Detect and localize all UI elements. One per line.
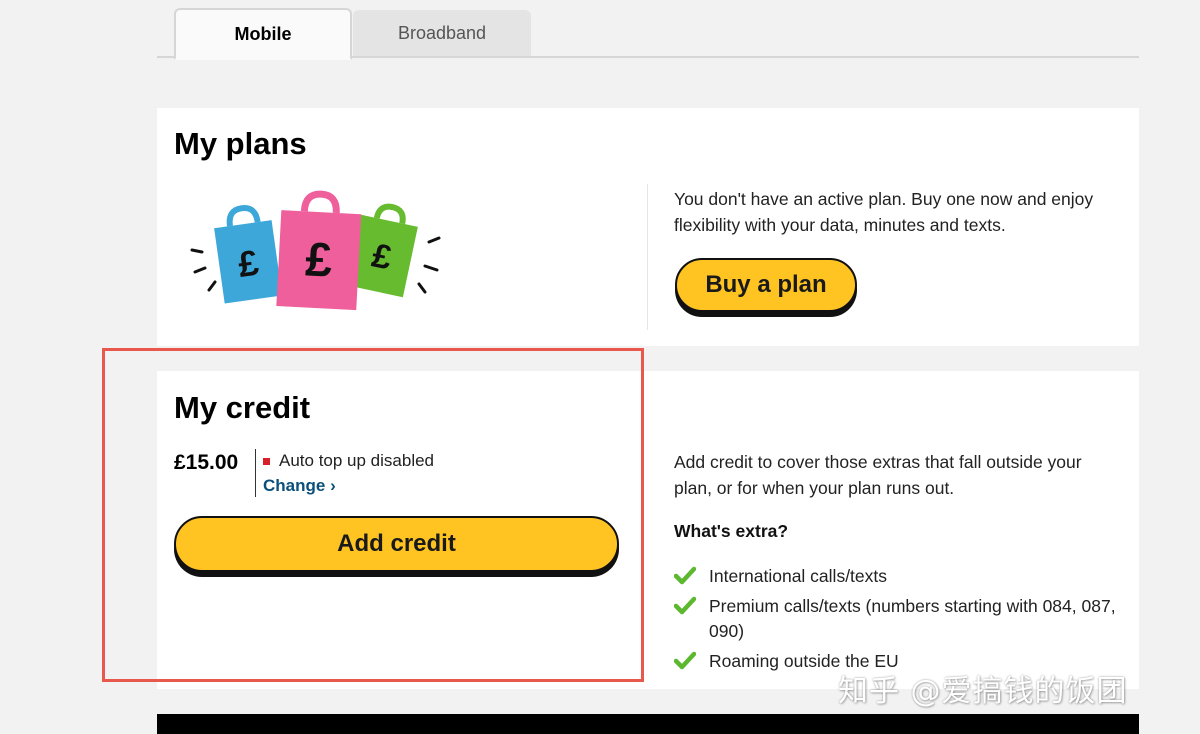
shopping-bags-illustration: £ £ £ [190, 190, 441, 311]
my-credit-card: My credit £15.00 Auto top up disabled Ch… [157, 371, 1139, 689]
tab-mobile[interactable]: Mobile [174, 8, 352, 60]
extras-heading: What's extra? [674, 521, 789, 541]
change-auto-top-up-link[interactable]: Change › [263, 476, 336, 496]
credit-title: My credit [174, 390, 311, 425]
auto-top-up-status: Auto top up disabled [263, 451, 434, 471]
list-item: Premium calls/texts (numbers starting wi… [674, 594, 1134, 644]
credit-balance: £15.00 [174, 451, 239, 474]
extra-item-label: International calls/texts [709, 566, 888, 586]
extras-list: International calls/texts Premium calls/… [674, 564, 1134, 679]
add-credit-button[interactable]: Add credit [174, 516, 619, 572]
check-icon [674, 651, 696, 670]
extra-item-label: Premium calls/texts (numbers starting wi… [709, 596, 1116, 641]
status-dot-icon [263, 457, 270, 465]
check-icon [674, 596, 696, 615]
balance-divider [255, 449, 256, 497]
footer-bar [157, 714, 1139, 734]
watermark: 知乎 @爱搞钱的饭团 [838, 674, 1128, 709]
my-plans-card: My plans £ £ £ You don't have an active … [157, 108, 1139, 346]
bag-symbol: £ [304, 233, 334, 287]
buy-plan-button[interactable]: Buy a plan [675, 258, 857, 312]
auto-top-up-label: Auto top up disabled [279, 451, 435, 470]
chevron-right-icon: › [330, 476, 336, 495]
check-icon [674, 566, 696, 585]
plans-title: My plans [174, 126, 307, 161]
credit-description: Add credit to cover those extras that fa… [674, 452, 1082, 498]
change-link-label: Change [263, 476, 326, 495]
tab-bar: Mobile Broadband [157, 8, 1139, 60]
tab-broadband[interactable]: Broadband [353, 10, 531, 56]
list-item: International calls/texts [674, 564, 1134, 589]
plans-divider [647, 184, 648, 330]
plans-description: You don't have an active plan. Buy one n… [674, 189, 1094, 235]
